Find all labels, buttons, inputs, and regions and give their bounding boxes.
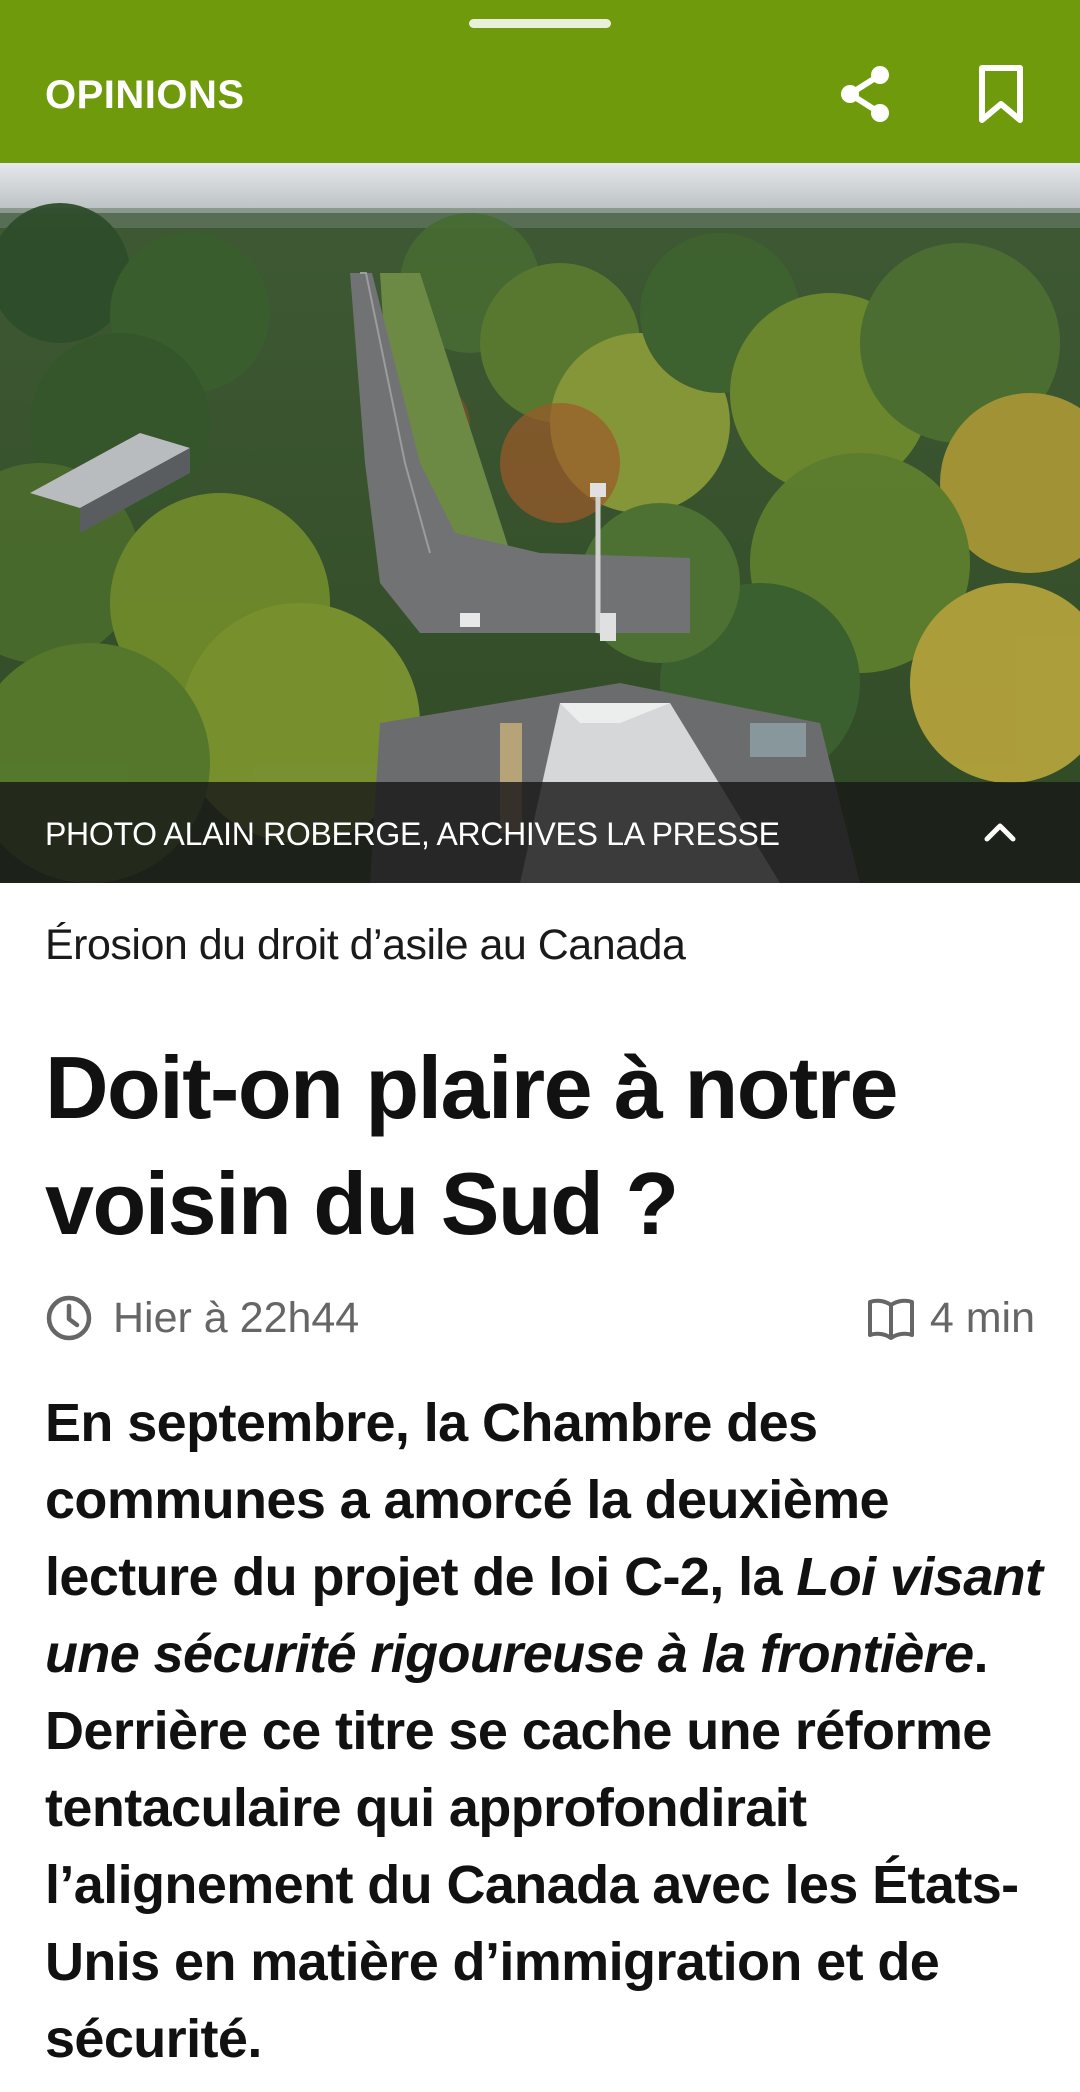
article-lede: En septembre, la Chambre des communes a … [45,1385,1055,2078]
lede-part-1: En septembre, la Chambre des communes a … [45,1393,890,1607]
top-bar: OPINIONS [0,0,1080,163]
bookmark-icon [979,65,1023,123]
reading-time-label: 4 min [929,1293,1035,1342]
book-icon [867,1298,914,1340]
publish-time-label: Hier à 22h44 [113,1293,360,1342]
article-kicker: Érosion du droit d’asile au Canada [45,921,686,969]
bookmark-button[interactable] [969,62,1033,126]
aerial-road-photo [0,163,1080,883]
photo-credit: PHOTO ALAIN ROBERGE, ARCHIVES LA PRESSE [45,816,780,852]
lede-part-2: . Derrière ce titre se cache une réforme… [45,1624,1019,2069]
photo-caption-bar: PHOTO ALAIN ROBERGE, ARCHIVES LA PRESSE [0,782,1080,883]
article-photo[interactable]: PHOTO ALAIN ROBERGE, ARCHIVES LA PRESSE [0,163,1080,883]
share-icon [841,66,889,122]
publish-time: Hier à 22h44 [45,1290,359,1346]
caption-collapse-button[interactable] [975,807,1025,857]
article-title: Doit-on plaire à notre voisin du Sud ? [45,1038,898,1253]
reading-time: 4 min [866,1290,1035,1346]
chevron-up-icon [984,823,1016,842]
share-button[interactable] [833,62,897,126]
section-title: OPINIONS [45,73,245,117]
drag-handle[interactable] [469,19,611,28]
clock-icon [46,1295,92,1341]
